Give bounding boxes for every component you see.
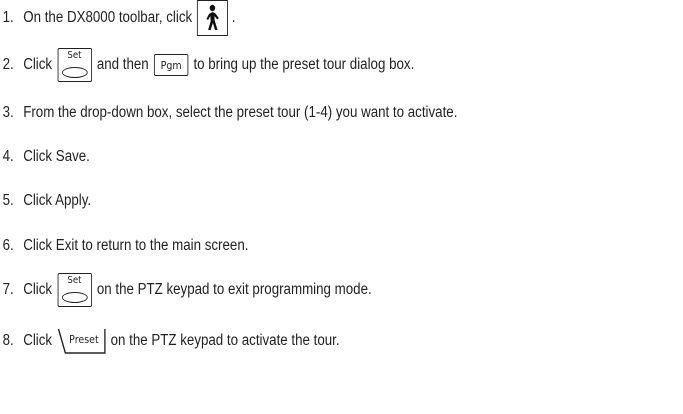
- step-text: Click Save.: [23, 148, 90, 165]
- step-8: 8. Click Preset on the PTZ keypad to act…: [0, 326, 340, 356]
- step-number: 2.: [2, 56, 14, 73]
- instruction-steps: 1. On the DX8000 toolbar, click . 2. Cli…: [0, 0, 683, 414]
- walking-person-icon[interactable]: [197, 0, 229, 36]
- step-text: From the drop-down box, select the prese…: [23, 104, 458, 121]
- step-4: 4. Click Save.: [0, 142, 90, 172]
- step-number: 7.: [2, 281, 14, 298]
- step-1: 1. On the DX8000 toolbar, click .: [0, 0, 236, 36]
- step-number: 4.: [2, 148, 14, 165]
- step-text-end: on the PTZ keypad to activate the tour.: [110, 332, 340, 349]
- step-text: On the DX8000 toolbar, click: [23, 9, 193, 26]
- set-button-label: Set: [67, 275, 82, 286]
- step-number: 6.: [2, 237, 14, 254]
- step-text: Click: [23, 56, 53, 73]
- step-text: Click: [23, 332, 53, 349]
- set-button[interactable]: Set: [57, 48, 92, 82]
- step-number: 1.: [2, 9, 14, 26]
- step-text-end: on the PTZ keypad to exit programming mo…: [96, 281, 372, 298]
- step-2: 2. Click Set and then Pgm to bring up th…: [0, 48, 415, 82]
- pgm-button[interactable]: Pgm: [153, 54, 189, 76]
- set-button[interactable]: Set: [57, 273, 92, 307]
- step-number: 8.: [2, 332, 14, 349]
- step-text: Click Exit to return to the main screen.: [23, 237, 249, 254]
- set-button-oval: [61, 292, 88, 303]
- step-7: 7. Click Set on the PTZ keypad to exit p…: [0, 273, 372, 307]
- step-text: Click Apply.: [23, 192, 92, 209]
- step-5: 5. Click Apply.: [0, 186, 92, 216]
- step-number: 3.: [2, 104, 14, 121]
- step-text-middle: and then: [96, 56, 149, 73]
- step-6: 6. Click Exit to return to the main scre…: [0, 231, 249, 261]
- set-button-oval: [61, 67, 88, 78]
- step-text-end: to bring up the preset tour dialog box.: [193, 56, 415, 73]
- set-button-label: Set: [67, 50, 82, 61]
- preset-button[interactable]: Preset: [57, 328, 106, 354]
- step-3: 3. From the drop-down box, select the pr…: [0, 98, 458, 128]
- step-text: Click: [23, 281, 53, 298]
- step-text-end: .: [231, 9, 236, 26]
- preset-button-label: Preset: [69, 333, 99, 346]
- walking-person-icon: [206, 4, 220, 30]
- step-number: 5.: [2, 192, 14, 209]
